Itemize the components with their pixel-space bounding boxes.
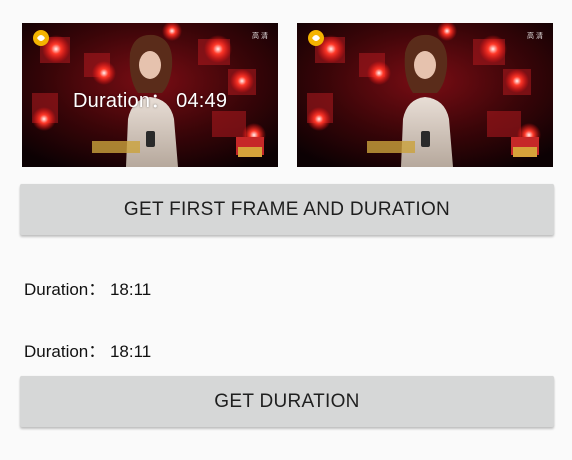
get-duration-button[interactable]: GET DURATION [20,376,554,427]
first-frame-image: 高 清 Duration： 04:49 [22,23,278,167]
duration-result-text: Duration： 18:11 [24,280,152,299]
hd-badge: 高 清 [527,33,543,40]
channel-logo-icon [33,30,49,46]
get-first-frame-and-duration-button[interactable]: GET FIRST FRAME AND DURATION [20,184,554,235]
duration-overlay-label: Duration： 04:49 [73,90,228,112]
channel-logo-icon [308,30,324,46]
app-screen: 高 清 Duration： 04:49 高 清 GET FIRST FRAME … [0,0,572,460]
video-frame-image: 高 清 [297,23,553,167]
video-frame-scene [297,23,553,167]
duration-result-text: Duration： 18:11 [24,342,152,361]
hd-badge: 高 清 [252,33,268,40]
